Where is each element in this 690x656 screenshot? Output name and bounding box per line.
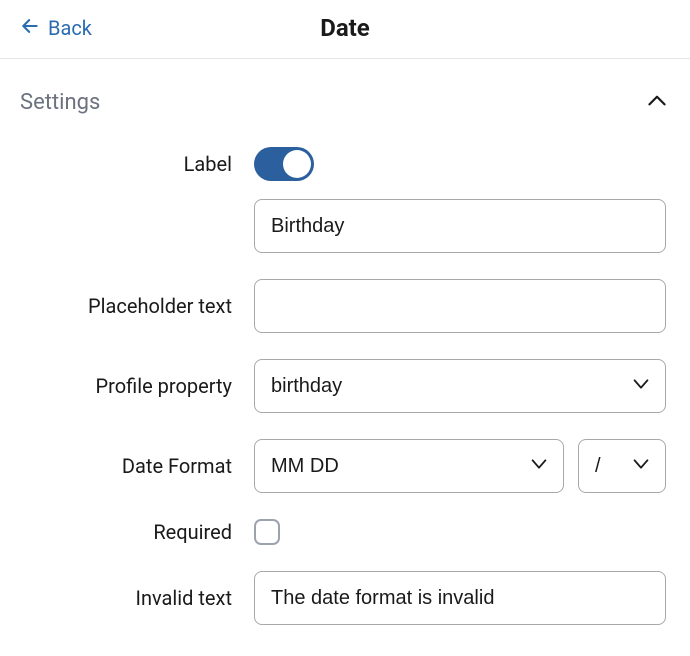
profile-property-select[interactable] <box>254 359 666 413</box>
label-input[interactable] <box>254 199 666 253</box>
required-label: Required <box>24 520 254 544</box>
page-title: Date <box>20 14 670 42</box>
toggle-knob <box>283 150 311 178</box>
profile-property-row: Profile property <box>24 359 666 413</box>
date-separator-select[interactable] <box>578 439 666 493</box>
label-toggle[interactable] <box>254 147 314 181</box>
back-label: Back <box>48 16 92 40</box>
placeholder-row: Placeholder text <box>24 279 666 333</box>
label-text-row: . <box>24 199 666 253</box>
settings-form: Label . Placeholder text Profile propert… <box>0 137 690 625</box>
chevron-up-icon <box>644 87 670 117</box>
invalid-text-row: Invalid text <box>24 571 666 625</box>
date-format-select[interactable] <box>254 439 564 493</box>
section-header[interactable]: Settings <box>0 59 690 137</box>
profile-property-label: Profile property <box>24 374 254 398</box>
date-format-label: Date Format <box>24 454 254 478</box>
required-row: Required <box>24 519 666 545</box>
arrow-left-icon <box>20 16 40 41</box>
date-format-row: Date Format <box>24 439 666 493</box>
invalid-text-label: Invalid text <box>24 586 254 610</box>
placeholder-label: Placeholder text <box>24 294 254 318</box>
back-button[interactable]: Back <box>20 16 92 41</box>
label-toggle-row: Label <box>24 147 666 181</box>
invalid-text-input[interactable] <box>254 571 666 625</box>
label-field-label: Label <box>24 152 254 176</box>
placeholder-input[interactable] <box>254 279 666 333</box>
page-header: Back Date <box>0 0 690 59</box>
section-title: Settings <box>20 90 100 115</box>
required-checkbox[interactable] <box>254 519 280 545</box>
